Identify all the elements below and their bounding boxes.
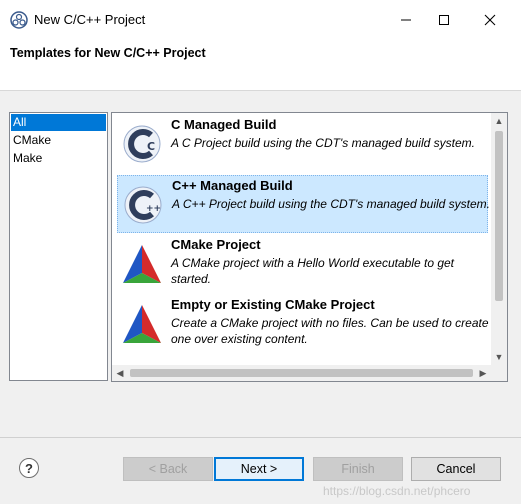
scroll-right-icon[interactable]: ▶ <box>475 365 491 381</box>
cmake-icon <box>123 245 161 283</box>
back-button[interactable]: < Back <box>123 457 213 481</box>
window-title: New C/C++ Project <box>34 12 146 27</box>
template-title: CMake Project <box>171 237 261 252</box>
template-description: A C++ Project build using the CDT's mana… <box>172 197 490 211</box>
template-description: Create a CMake project with no files. Ca… <box>171 316 489 346</box>
maximize-icon <box>439 15 449 25</box>
vertical-scrollbar[interactable]: ▲ ▼ <box>491 113 507 365</box>
scroll-left-icon[interactable]: ◀ <box>112 365 128 381</box>
watermark-text: https://blog.csdn.net/phcero <box>323 484 471 498</box>
template-item-c-managed-build[interactable]: C C Managed Build A C Project build usin… <box>117 115 488 173</box>
scroll-up-icon[interactable]: ▲ <box>491 113 507 129</box>
template-list[interactable]: C C Managed Build A C Project build usin… <box>111 112 508 382</box>
wizard-header: Templates for New C/C++ Project <box>0 40 521 91</box>
button-bar-divider <box>0 437 521 438</box>
title-bar: New C/C++ Project <box>0 0 521 40</box>
scroll-down-icon[interactable]: ▼ <box>491 349 507 365</box>
template-item-cmake-project[interactable]: CMake Project A CMake project with a Hel… <box>117 235 488 293</box>
template-item-cpp-managed-build[interactable]: ++ C++ Managed Build A C++ Project build… <box>117 175 490 233</box>
template-item-empty-cmake-project[interactable]: Empty or Existing CMake Project Create a… <box>117 295 489 353</box>
cancel-button[interactable]: Cancel <box>411 457 501 481</box>
template-title: C++ Managed Build <box>172 178 293 193</box>
help-button[interactable]: ? <box>19 458 39 478</box>
cmake-icon <box>123 305 161 343</box>
next-button[interactable]: Next > <box>214 457 304 481</box>
horizontal-scrollbar[interactable]: ◀ ▶ <box>112 365 491 381</box>
category-list[interactable]: All CMake Make <box>9 112 108 381</box>
wizard-header-title: Templates for New C/C++ Project <box>10 46 206 60</box>
minimize-icon <box>401 19 411 21</box>
category-item-cmake[interactable]: CMake <box>11 132 106 149</box>
template-title: C Managed Build <box>171 117 277 132</box>
scrollbar-corner <box>491 365 507 381</box>
svg-text:++: ++ <box>146 204 161 214</box>
cdt-cpp-icon: ++ <box>124 186 162 224</box>
category-item-make[interactable]: Make <box>11 150 106 167</box>
template-title: Empty or Existing CMake Project <box>171 297 375 312</box>
close-button[interactable] <box>467 0 513 40</box>
category-item-all[interactable]: All <box>11 114 106 131</box>
cdt-c-icon: C <box>123 125 161 163</box>
finish-button[interactable]: Finish <box>313 457 403 481</box>
header-divider <box>0 90 521 91</box>
eclipse-app-icon <box>10 11 28 29</box>
horizontal-scroll-thumb[interactable] <box>130 369 473 377</box>
vertical-scroll-thumb[interactable] <box>495 131 503 301</box>
template-description: A CMake project with a Hello World execu… <box>171 256 455 286</box>
close-icon <box>484 14 496 26</box>
svg-text:C: C <box>147 140 155 153</box>
maximize-button[interactable] <box>421 0 467 40</box>
template-description: A C Project build using the CDT's manage… <box>171 136 475 150</box>
